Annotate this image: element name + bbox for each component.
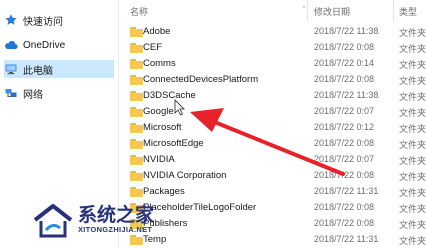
house-logo-icon xyxy=(33,204,73,238)
watermark: 系统之家 XITONGZHIJIA.NET xyxy=(32,196,232,244)
watermark-subtitle: XITONGZHIJIA.NET xyxy=(78,225,153,234)
watermark-title: 系统之家 xyxy=(78,204,155,226)
